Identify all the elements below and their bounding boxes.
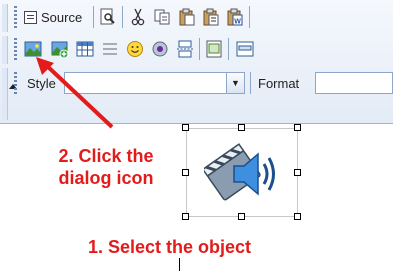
resize-handle-w[interactable] (182, 169, 189, 176)
svg-text:W: W (234, 19, 241, 26)
preview-icon[interactable] (99, 8, 117, 26)
resize-handle-n[interactable] (238, 124, 245, 131)
paste-icon[interactable] (178, 8, 196, 26)
source-button[interactable]: Source (24, 4, 82, 30)
toolbar-separator (228, 38, 229, 60)
audio-video-icon (204, 143, 275, 201)
toolbar-grip-1[interactable] (14, 6, 17, 28)
toolbar-separator (93, 6, 94, 28)
toolbar-separator (249, 6, 250, 28)
toolbar-separator (122, 6, 123, 28)
resize-handle-nw[interactable] (182, 124, 189, 131)
iframe-icon[interactable] (205, 40, 223, 58)
source-icon (24, 10, 37, 24)
format-combo[interactable] (315, 72, 393, 94)
annotation-step-2-line-1: 2. Click the (58, 146, 154, 166)
annotation-step-2-line-2: dialog icon (58, 168, 154, 188)
toolbar-separator (199, 38, 200, 60)
toolbar-row-1-edge (2, 4, 8, 32)
annotation-step-2: 2. Click the dialog icon (36, 145, 176, 189)
text-caret (179, 258, 180, 271)
resize-handle-se[interactable] (294, 213, 301, 220)
selected-media-object[interactable] (186, 128, 298, 217)
annotation-arrow-icon (36, 57, 114, 129)
toolbar-separator (250, 72, 251, 94)
resize-handle-e[interactable] (294, 169, 301, 176)
style-dropdown-button[interactable]: ▼ (226, 73, 244, 93)
toolbar-row-3-edge (2, 68, 8, 120)
toolbar-grip-3[interactable] (14, 72, 17, 94)
resize-handle-ne[interactable] (294, 124, 301, 131)
page-break-icon[interactable] (176, 40, 194, 58)
form-icon[interactable] (236, 40, 254, 58)
cut-icon[interactable] (129, 8, 147, 26)
paste-word-icon[interactable]: W (226, 8, 244, 26)
chevron-down-icon: ▼ (231, 78, 240, 88)
copy-icon[interactable] (153, 8, 171, 26)
annotation-step-1: 1. Select the object (88, 237, 252, 257)
toolbar-grip-2[interactable] (14, 38, 17, 60)
source-label: Source (41, 9, 83, 25)
resize-handle-sw[interactable] (182, 213, 189, 220)
paste-text-icon[interactable] (202, 8, 220, 26)
format-label: Format (258, 76, 300, 91)
resize-handle-s[interactable] (238, 213, 245, 220)
toolbar-row-2-edge (2, 36, 8, 64)
special-char-icon[interactable] (151, 40, 169, 58)
